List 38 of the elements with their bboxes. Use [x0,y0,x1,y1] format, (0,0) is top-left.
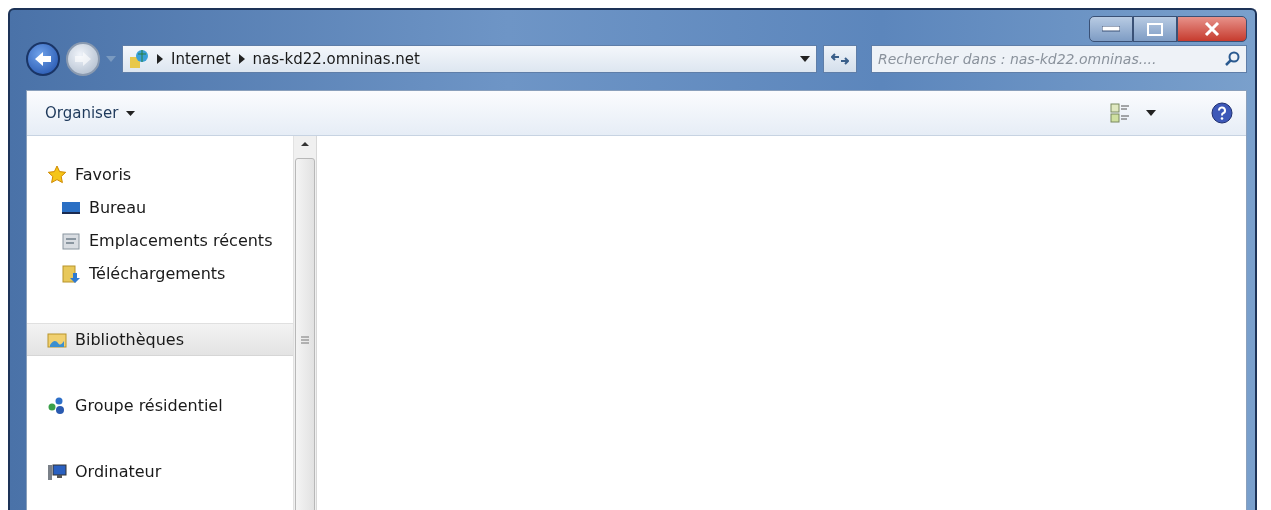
recent-places-icon [61,230,81,251]
refresh-button[interactable] [823,45,857,73]
network-globe-icon [129,49,149,69]
forward-button[interactable] [66,42,100,76]
chevron-icon[interactable] [157,54,163,64]
minimize-icon [1102,26,1120,32]
search-field[interactable]: Rechercher dans : nas-kd22.omninas.... [871,45,1247,73]
address-bar[interactable]: Internet nas-kd22.omninas.net [122,45,817,73]
navigation-item[interactable]: Favoris [27,158,293,191]
caret-icon [126,110,136,116]
breadcrumb[interactable]: nas-kd22.omninas.net [252,50,420,68]
search-icon [1224,51,1240,67]
dropdown-caret-icon[interactable] [800,56,810,62]
scrollbar-thumb[interactable] [295,158,315,510]
back-button[interactable] [26,42,60,76]
navigation-item[interactable]: Bibliothèques [27,323,293,356]
chevron-icon[interactable] [238,54,245,64]
navigation-item[interactable]: Bureau [27,191,293,224]
close-button[interactable] [1177,16,1247,42]
close-icon [1204,22,1220,36]
homegroup-icon [47,395,67,416]
refresh-arrows-icon [831,52,849,66]
computer-icon [47,461,67,482]
star-icon [47,164,67,185]
maximize-icon [1147,22,1163,36]
downloads-folder-icon [61,263,81,284]
organize-menu[interactable]: Organiser [41,102,140,124]
dropdown-caret-icon[interactable] [1146,110,1156,116]
minimize-button[interactable] [1089,16,1133,42]
navigation-item[interactable]: Téléchargements [27,257,293,290]
forward-arrow-icon [73,50,93,68]
navigation-item[interactable]: Groupe résidentiel [27,389,293,422]
navigation-item[interactable]: Ordinateur [27,455,293,488]
back-arrow-icon [33,50,53,68]
help-icon[interactable] [1210,101,1234,125]
navigation-item[interactable]: Emplacements récents [27,224,293,257]
maximize-button[interactable] [1133,16,1177,42]
breadcrumb[interactable]: Internet [171,50,231,68]
